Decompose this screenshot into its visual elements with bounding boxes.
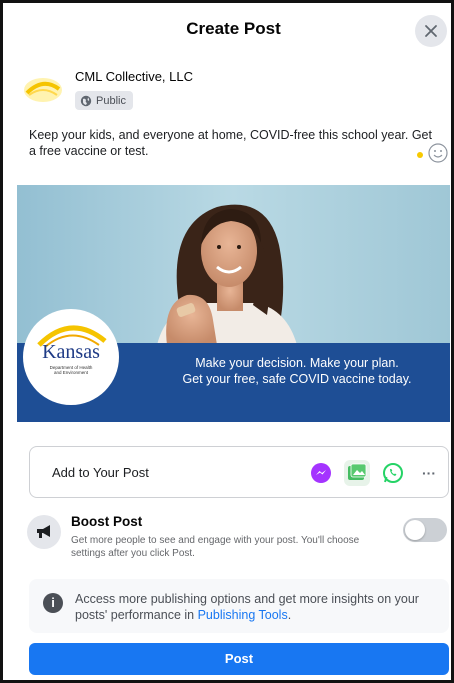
ad-caption-line2: Get your free, safe COVID vaccine today. <box>182 372 412 386</box>
globe-icon <box>80 95 92 106</box>
dialog-header: Create Post <box>17 9 450 53</box>
megaphone-icon <box>37 525 50 538</box>
boost-description: Get more people to see and engage with y… <box>71 535 360 559</box>
privacy-selector[interactable]: Public <box>75 91 133 110</box>
post-text-input[interactable]: Keep your kids, and everyone at home, CO… <box>29 127 441 159</box>
info-text: Access more publishing options and get m… <box>75 592 419 622</box>
emoji-icon <box>428 143 448 163</box>
messenger-icon <box>311 463 331 483</box>
boost-icon-wrapper <box>27 515 61 549</box>
create-post-dialog: Create Post CML Collective, LLC Public K… <box>17 9 450 679</box>
publishing-tools-link[interactable]: Publishing Tools <box>198 608 288 622</box>
toggle-knob <box>405 520 425 540</box>
dialog-title: Create Post <box>186 19 281 38</box>
ad-caption: Make your decision. Make your plan. Get … <box>152 355 442 387</box>
kansas-logo-text: Kansas <box>42 341 100 363</box>
info-icon: i <box>43 593 63 613</box>
close-icon <box>425 25 437 37</box>
screenshot-frame: Create Post CML Collective, LLC Public K… <box>0 0 454 683</box>
more-options-button[interactable]: ··· <box>416 460 442 486</box>
ad-caption-line1: Make your decision. Make your plan. <box>195 356 399 370</box>
post-button[interactable]: Post <box>29 643 449 675</box>
author-logo <box>23 73 63 107</box>
more-icon: ··· <box>422 465 436 481</box>
photo-video-icon <box>348 463 367 480</box>
author-name[interactable]: CML Collective, LLC <box>75 69 193 84</box>
post-author: CML Collective, LLC Public <box>23 67 423 117</box>
add-to-post-bar: Add to Your Post ··· <box>29 446 449 498</box>
boost-title: Boost Post <box>71 514 143 529</box>
whatsapp-button[interactable] <box>380 460 406 486</box>
add-to-post-label: Add to Your Post <box>52 465 149 480</box>
photo-video-button[interactable] <box>344 460 370 486</box>
whatsapp-icon <box>383 463 403 483</box>
privacy-label: Public <box>96 94 126 107</box>
post-image: Kansas Department of Health and Environm… <box>17 185 450 422</box>
close-button[interactable] <box>415 15 447 47</box>
boost-toggle[interactable] <box>403 518 447 542</box>
emoji-area <box>413 142 449 164</box>
messenger-button[interactable] <box>308 460 334 486</box>
publishing-tools-info: i Access more publishing options and get… <box>29 579 449 633</box>
kansas-logo-subtitle: Department of Health and Environment <box>49 365 93 375</box>
add-to-post-icons: ··· <box>308 460 442 486</box>
